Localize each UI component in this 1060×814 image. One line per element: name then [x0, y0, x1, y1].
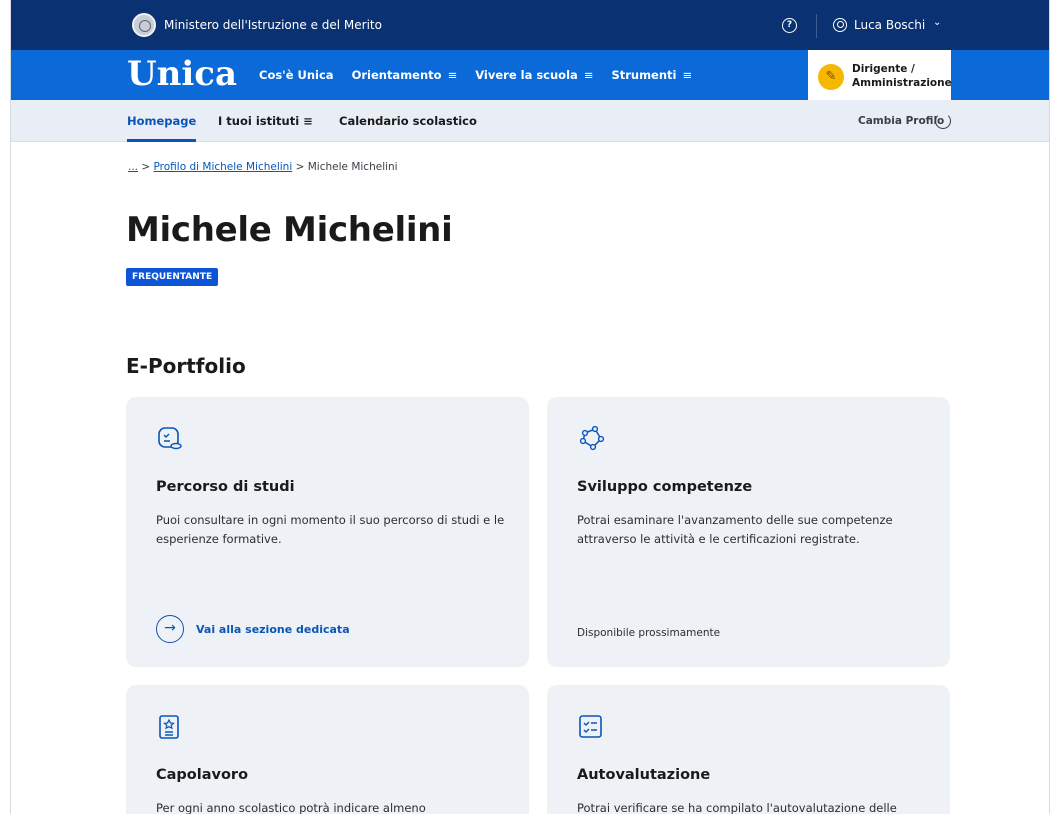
study-path-icon [158, 427, 182, 450]
profile-role-button[interactable]: ✎ Dirigente / Amministrazione [808, 50, 952, 102]
tab-calendario-scolastico[interactable]: Calendario scolastico [339, 114, 477, 128]
card-title: Percorso di studi [156, 479, 295, 495]
section-link-button[interactable]: → Vai alla sezione dedicata [156, 615, 350, 643]
role-label: Dirigente / Amministrazione [852, 63, 952, 89]
card-sviluppo-competenze: Sviluppo competenze Potrai esaminare l'a… [547, 397, 950, 667]
masterpiece-icon [159, 715, 179, 739]
card-description: Potrai esaminare l'avanzamento delle sue… [577, 513, 893, 546]
change-profile-button[interactable]: Cambia Profilo [858, 115, 944, 127]
breadcrumb-ellipsis[interactable]: ... [128, 161, 138, 173]
card-percorso-di-studi: Percorso di studi Puoi consultare in ogn… [126, 397, 529, 667]
chevron-down-icon[interactable]: ⌄ [933, 17, 941, 28]
ministry-name[interactable]: Ministero dell'Istruzione e del Merito [164, 18, 382, 32]
republic-emblem-icon [132, 13, 156, 37]
card-description: Potrai verificare se ha compilato l'auto… [577, 801, 897, 814]
section-title: E-Portfolio [126, 354, 246, 378]
arrow-right-icon[interactable]: → [156, 615, 184, 643]
tab-i-tuoi-istituti[interactable]: I tuoi istituti ≡ [218, 114, 313, 128]
ministry-topbar: Ministero dell'Istruzione e del Merito ?… [11, 0, 1049, 50]
user-icon[interactable] [833, 18, 847, 32]
menu-icon: ≡ [447, 68, 458, 82]
breadcrumb-separator: > [295, 161, 305, 173]
tab-homepage[interactable]: Homepage [127, 114, 197, 142]
breadcrumb-separator: > [141, 161, 151, 173]
card-autovalutazione: Autovalutazione Potrai verificare se ha … [547, 685, 950, 814]
admin-role-icon: ✎ [818, 64, 844, 90]
main-navigation: Unica Cos'è Unica Orientamento ≡ Vivere l… [11, 50, 1049, 102]
page-frame: Ministero dell'Istruzione e del Merito ?… [10, 0, 1050, 814]
main-nav-items: Cos'è Unica Orientamento ≡ Vivere la scuo… [259, 68, 692, 82]
availability-note: Disponibile prossimamente [577, 627, 721, 639]
self-assessment-icon [579, 715, 602, 738]
help-icon[interactable]: ? [782, 18, 797, 33]
user-menu-button[interactable]: Luca Boschi [854, 18, 925, 32]
card-title: Sviluppo competenze [577, 479, 753, 495]
section-link-label[interactable]: Vai alla sezione dedicata [196, 623, 350, 636]
breadcrumb-link-profile[interactable]: Profilo di Michele Michelini [154, 161, 293, 173]
topbar-divider [816, 14, 817, 38]
card-description: Per ogni anno scolastico potrà indicare … [156, 801, 426, 814]
unica-logo[interactable]: Unica [127, 54, 237, 94]
status-badge: FREQUENTANTE [126, 268, 219, 286]
page-title: Michele Michelini [126, 210, 453, 250]
card-capolavoro: Capolavoro Per ogni anno scolastico potr… [126, 685, 529, 814]
card-title: Autovalutazione [577, 767, 711, 783]
nav-item-orientamento[interactable]: Orientamento ≡ [352, 68, 458, 82]
sub-navigation: Homepage I tuoi istituti ≡ Calendario sc… [11, 100, 1049, 142]
card-title: Capolavoro [156, 767, 249, 783]
card-description: Puoi consultare in ogni momento il suo p… [156, 513, 505, 546]
competences-icon [579, 425, 605, 451]
nav-item-strumenti[interactable]: Strumenti ≡ [611, 68, 692, 82]
nav-item-vivere-la-scuola[interactable]: Vivere la scuola ≡ [475, 68, 593, 82]
menu-icon: ≡ [682, 68, 693, 82]
swap-profile-icon[interactable] [935, 113, 951, 129]
nav-item-cos-e-unica[interactable]: Cos'è Unica [259, 68, 334, 82]
breadcrumb-current: Michele Michelini [307, 161, 398, 173]
menu-icon: ≡ [583, 68, 594, 82]
breadcrumb: ... > Profilo di Michele Michelini > Mic… [128, 161, 398, 173]
